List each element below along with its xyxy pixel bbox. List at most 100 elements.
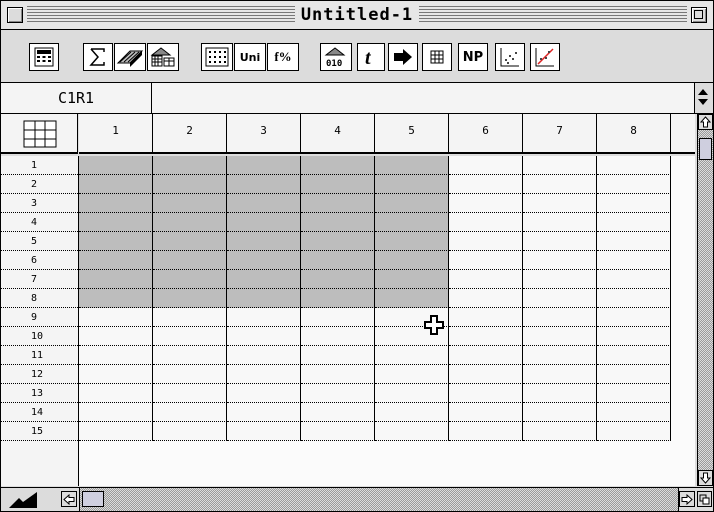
row-header[interactable]: 12 (1, 365, 78, 384)
cell[interactable] (523, 403, 597, 422)
cell[interactable] (301, 384, 375, 403)
cell[interactable] (597, 327, 671, 346)
scroll-up-button[interactable] (698, 114, 713, 130)
cell[interactable] (153, 403, 227, 422)
cell[interactable] (227, 422, 301, 441)
cell[interactable] (375, 346, 449, 365)
cell[interactable] (227, 213, 301, 232)
cell[interactable] (375, 384, 449, 403)
horizontal-scrollbar[interactable] (79, 488, 679, 511)
row-header[interactable]: 4 (1, 213, 78, 232)
transpose-button[interactable]: t (357, 43, 385, 71)
cell[interactable] (301, 346, 375, 365)
cell[interactable] (449, 384, 523, 403)
cell[interactable] (153, 308, 227, 327)
binary-data-button[interactable]: 010 (320, 43, 352, 71)
cell[interactable] (597, 156, 671, 175)
scatter-plot-button[interactable] (495, 43, 525, 71)
cell[interactable] (375, 270, 449, 289)
cell[interactable] (79, 270, 153, 289)
cell[interactable] (79, 156, 153, 175)
cell[interactable] (153, 384, 227, 403)
cell[interactable] (375, 422, 449, 441)
cell[interactable] (79, 403, 153, 422)
cell[interactable] (153, 194, 227, 213)
cell[interactable] (597, 251, 671, 270)
cell[interactable] (449, 251, 523, 270)
cell[interactable] (375, 232, 449, 251)
cell[interactable] (597, 308, 671, 327)
column-header[interactable]: 4 (301, 114, 375, 152)
row-header[interactable]: 7 (1, 270, 78, 289)
cell[interactable] (375, 403, 449, 422)
row-header[interactable]: 11 (1, 346, 78, 365)
column-header[interactable]: 5 (375, 114, 449, 152)
cell[interactable] (523, 365, 597, 384)
cell[interactable] (153, 232, 227, 251)
cell[interactable] (449, 308, 523, 327)
scroll-down-button[interactable] (698, 470, 713, 486)
cell[interactable] (153, 365, 227, 384)
cell[interactable] (449, 346, 523, 365)
cell[interactable] (301, 175, 375, 194)
cell[interactable] (449, 194, 523, 213)
cell[interactable] (227, 327, 301, 346)
cell[interactable] (449, 365, 523, 384)
row-header[interactable]: 6 (1, 251, 78, 270)
cell[interactable] (227, 308, 301, 327)
row-header[interactable]: 15 (1, 422, 78, 441)
column-header[interactable]: 1 (79, 114, 153, 152)
sheet-tab-icon[interactable] (7, 490, 41, 510)
cell[interactable] (301, 232, 375, 251)
row-header[interactable]: 13 (1, 384, 78, 403)
cell[interactable] (227, 232, 301, 251)
cell[interactable] (79, 289, 153, 308)
cell[interactable] (449, 213, 523, 232)
cell[interactable] (79, 232, 153, 251)
cell[interactable] (523, 384, 597, 403)
worksheet-stack-button[interactable] (114, 43, 146, 71)
cell[interactable] (375, 194, 449, 213)
cell[interactable] (227, 270, 301, 289)
cell[interactable] (227, 403, 301, 422)
row-header[interactable]: 3 (1, 194, 78, 213)
cell[interactable] (301, 251, 375, 270)
cell[interactable] (523, 194, 597, 213)
cell[interactable] (523, 175, 597, 194)
vertical-scrollbar[interactable] (697, 114, 713, 486)
dotted-grid-button[interactable] (201, 43, 233, 71)
cell[interactable] (523, 308, 597, 327)
cell[interactable] (597, 232, 671, 251)
cell[interactable] (153, 289, 227, 308)
uniform-button[interactable]: Uni (234, 43, 266, 71)
row-header[interactable]: 5 (1, 232, 78, 251)
column-header[interactable]: 6 (449, 114, 523, 152)
column-header[interactable]: 3 (227, 114, 301, 152)
cell[interactable] (375, 289, 449, 308)
cell[interactable] (227, 156, 301, 175)
row-header[interactable]: 1 (1, 156, 78, 175)
cell[interactable] (79, 365, 153, 384)
cell[interactable] (523, 213, 597, 232)
grow-box[interactable] (697, 491, 712, 507)
small-grid-button[interactable] (422, 43, 452, 71)
cell[interactable] (227, 384, 301, 403)
column-header[interactable]: 8 (597, 114, 671, 152)
cell[interactable] (523, 346, 597, 365)
cell[interactable] (449, 422, 523, 441)
cell[interactable] (523, 232, 597, 251)
cell[interactable] (79, 175, 153, 194)
cell[interactable] (79, 213, 153, 232)
column-header[interactable]: 7 (523, 114, 597, 152)
cell[interactable] (79, 384, 153, 403)
cell[interactable] (227, 175, 301, 194)
cell[interactable] (153, 270, 227, 289)
cell[interactable] (79, 308, 153, 327)
cell[interactable] (449, 175, 523, 194)
cell[interactable] (79, 327, 153, 346)
cell[interactable] (153, 422, 227, 441)
row-header[interactable]: 2 (1, 175, 78, 194)
cell[interactable] (597, 346, 671, 365)
cell[interactable] (301, 422, 375, 441)
vertical-scroll-thumb[interactable] (699, 138, 712, 160)
